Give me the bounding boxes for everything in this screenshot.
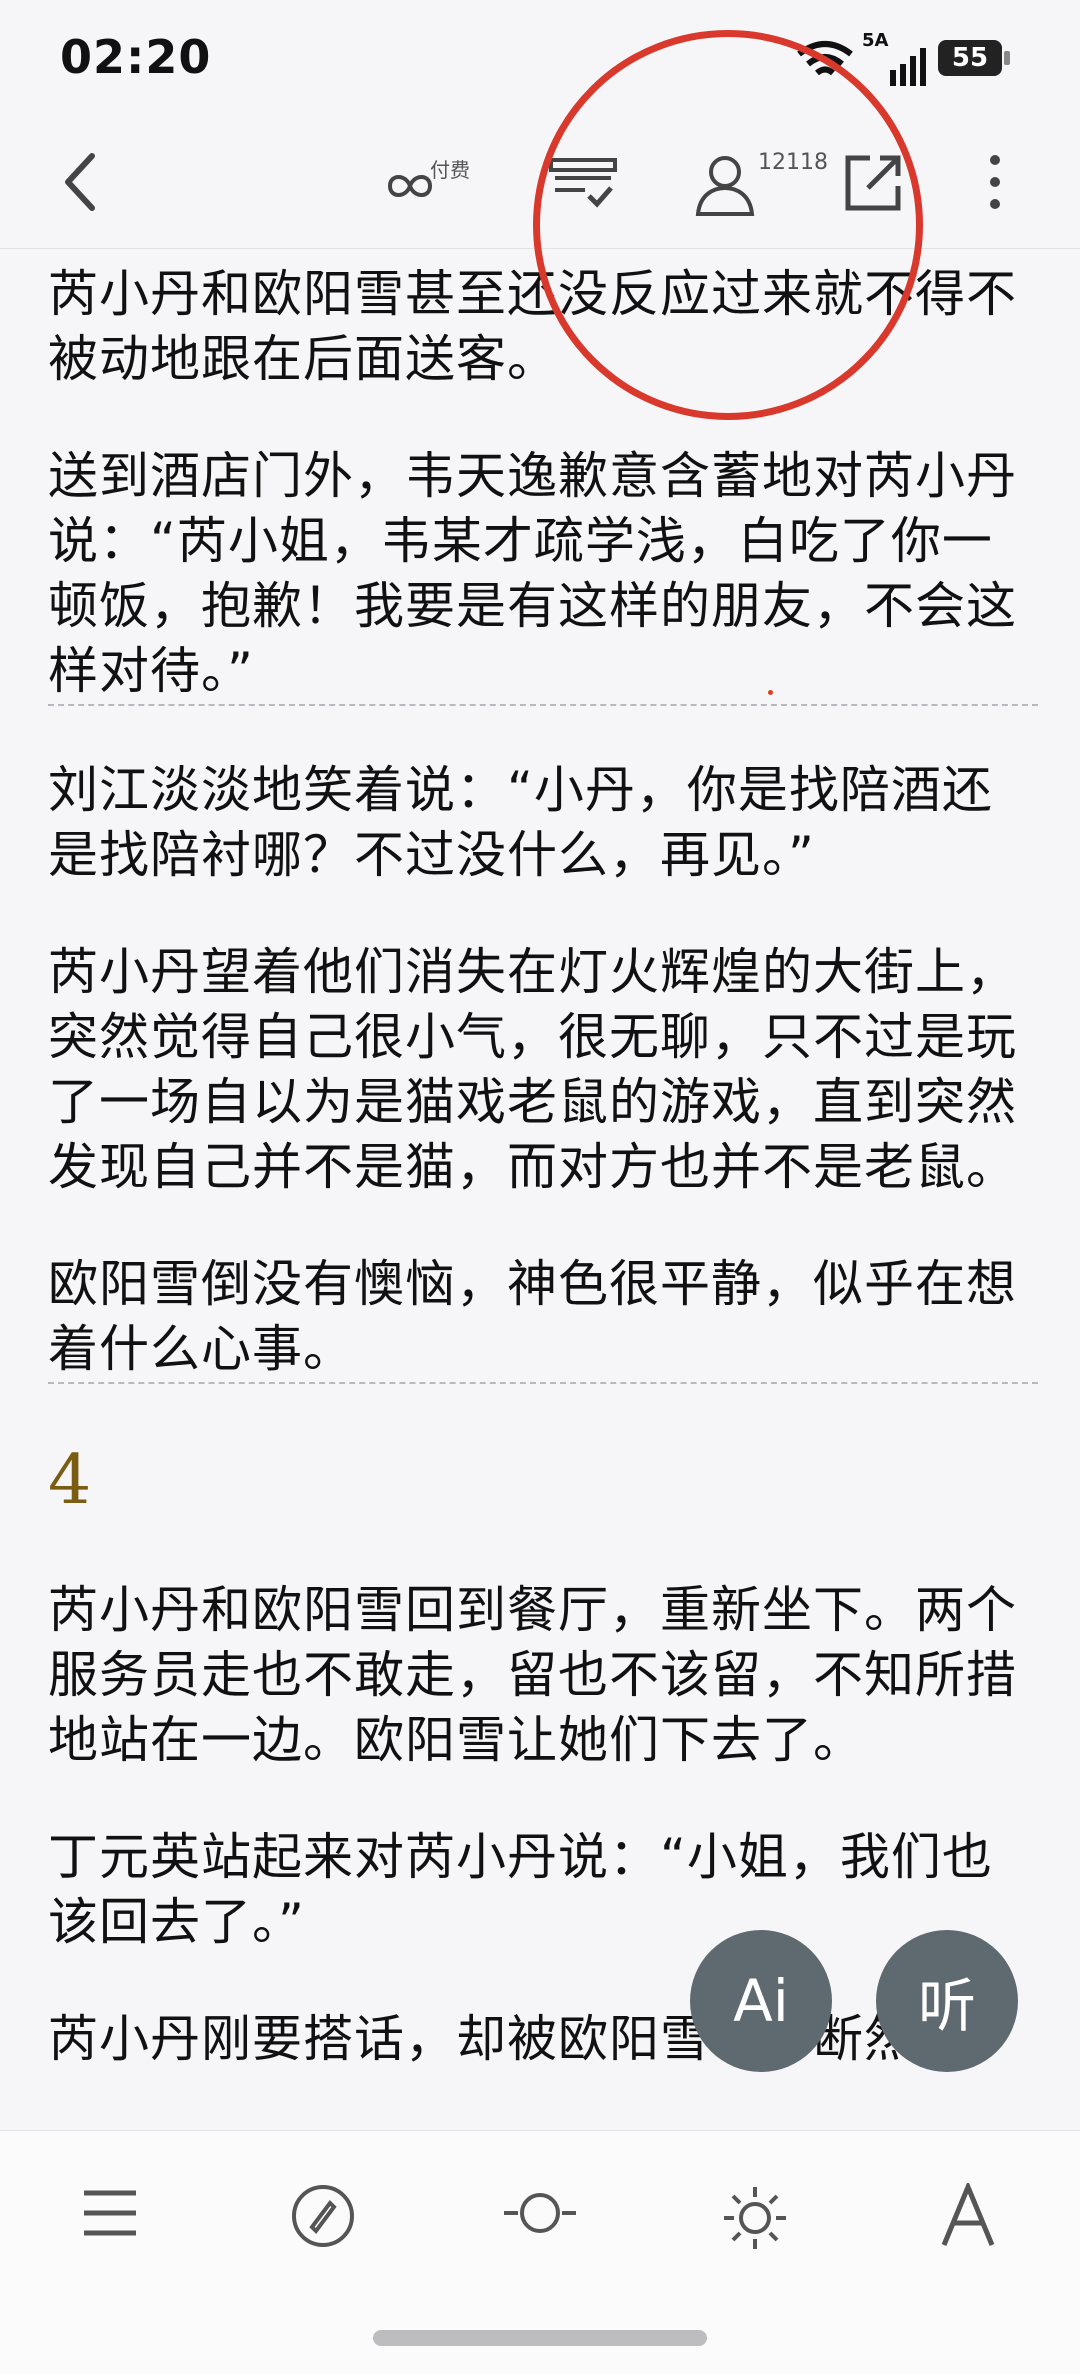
ai-button-label: Ai <box>733 1967 789 2035</box>
battery-level: 55 <box>951 43 989 73</box>
home-indicator[interactable] <box>373 2330 707 2346</box>
battery-icon: 55 <box>938 40 1010 76</box>
annotation-circle <box>533 30 923 420</box>
menu-list-icon[interactable] <box>80 2183 140 2243</box>
reading-content: 芮小丹和欧阳雪甚至还没反应过来就不得不被动地跟在后面送客。 送到酒店门外，韦天逸… <box>48 262 1038 2072</box>
back-arrow-icon[interactable] <box>60 150 100 214</box>
listen-button[interactable]: 听 <box>876 1930 1018 2072</box>
paragraph: 丁元英站起来对芮小丹说：“小姐，我们也该回去了。” <box>48 1828 993 1951</box>
listen-button-label: 听 <box>917 1972 976 2040</box>
paragraph: 刘江淡淡地笑着说：“小丹，你是找陪酒还是找陪衬哪？不过没什么，再见。” <box>48 761 993 884</box>
progress-icon[interactable] <box>500 2183 580 2243</box>
pay-label[interactable]: 付费 <box>430 154 470 183</box>
paragraph[interactable]: 欧阳雪倒没有懊恼，神色很平静，似乎在想着什么心事。 <box>48 1252 1038 1384</box>
more-vertical-icon[interactable] <box>985 150 1005 214</box>
ai-button[interactable]: Ai <box>690 1930 832 2072</box>
status-time: 02:20 <box>60 30 212 84</box>
paragraph[interactable]: 送到酒店门外，韦天逸歉意含蓄地对芮小丹说：“芮小姐，韦某才疏学浅，白吃了你一顿饭… <box>48 444 1038 706</box>
paragraph: 芮小丹望着他们消失在灯火辉煌的大街上，突然觉得自己很小气，很无聊，只不过是玩了一… <box>48 943 1017 1196</box>
status-bar: 02:20 5A 55 <box>0 0 1080 120</box>
chapter-number: 4 <box>48 1441 92 1520</box>
cursor-dot <box>768 690 773 695</box>
paragraph: 芮小丹和欧阳雪回到餐厅，重新坐下。两个服务员走也不敢走，留也不该留，不知所措地站… <box>48 1581 1017 1769</box>
font-size-icon[interactable] <box>940 2183 996 2249</box>
compass-icon[interactable] <box>290 2183 356 2249</box>
brightness-icon[interactable] <box>720 2183 790 2253</box>
